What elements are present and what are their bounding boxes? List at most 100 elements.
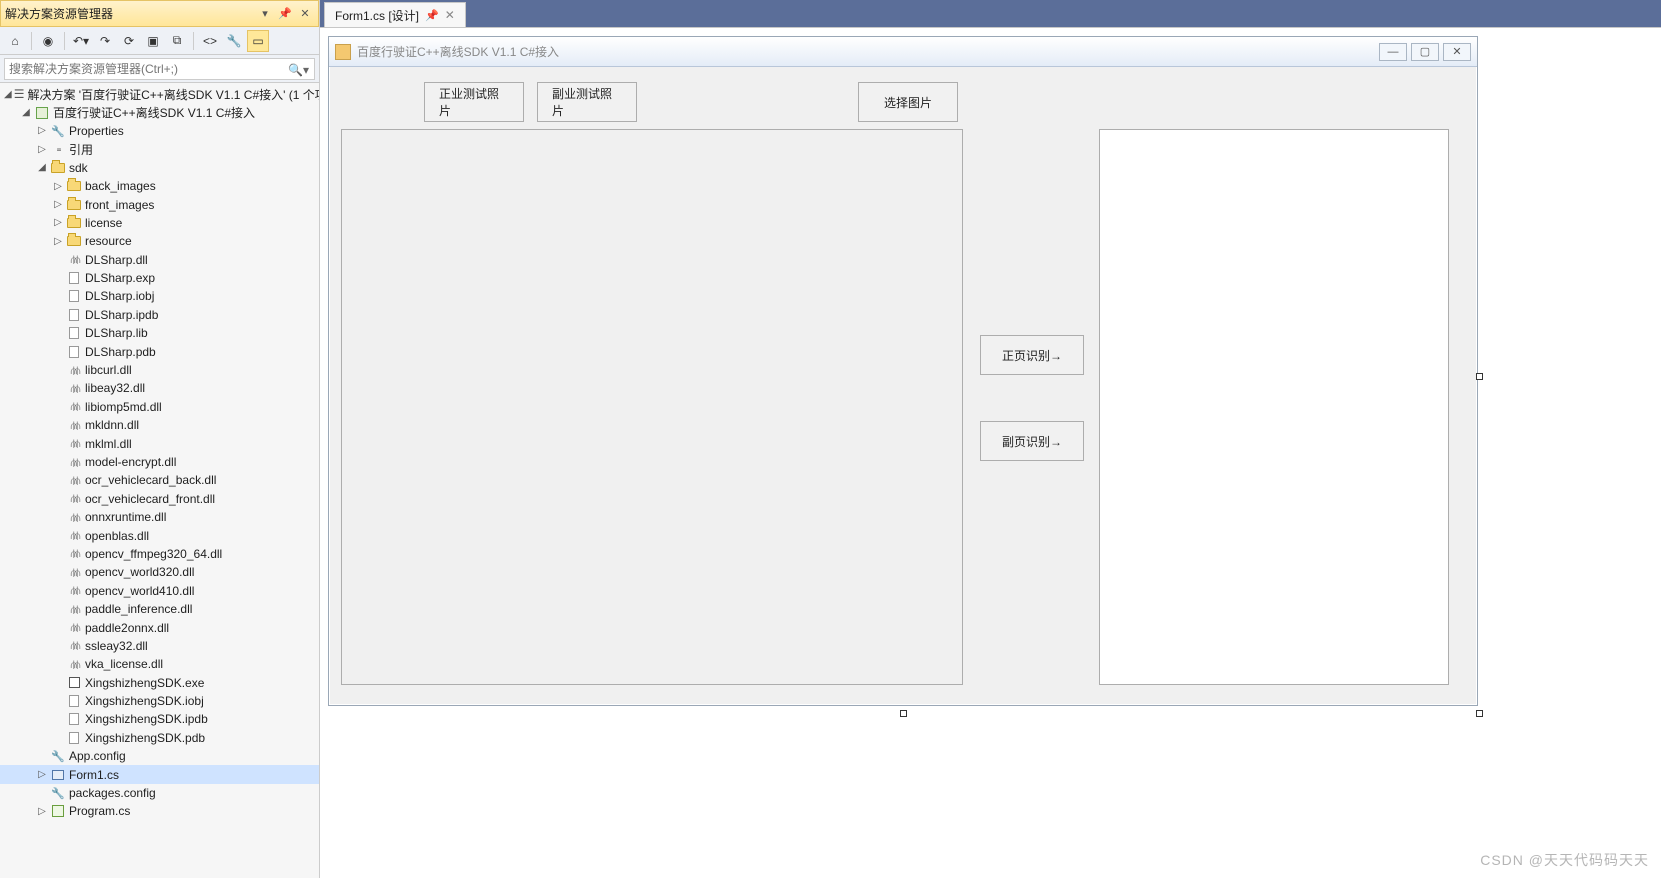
scope-icon[interactable]: ◉ (37, 30, 59, 52)
expand-arrow-icon[interactable]: ◢ (20, 107, 32, 118)
expand-arrow-icon[interactable]: ▷ (52, 217, 64, 228)
maximize-button[interactable]: ▢ (1411, 43, 1439, 61)
back-history-icon[interactable]: ↶▾ (70, 30, 92, 52)
tab-form1-design[interactable]: Form1.cs [设计] 📌 ✕ (324, 2, 466, 27)
solution-node[interactable]: ◢☰解决方案 '百度行驶证C++离线SDK V1.1 C#接入' (1 个项目 (0, 85, 319, 103)
file-node[interactable]: DLSharp.dll (0, 251, 319, 269)
node-icon (66, 215, 82, 231)
code-view-icon[interactable]: <> (199, 30, 221, 52)
file-node[interactable]: mkldnn.dll (0, 416, 319, 434)
node-icon (66, 656, 82, 672)
file-node[interactable]: libeay32.dll (0, 379, 319, 397)
appconfig-node[interactable]: App.config (0, 747, 319, 765)
expand-arrow-icon[interactable]: ▷ (52, 181, 64, 192)
result-textbox[interactable] (1099, 129, 1449, 685)
minimize-button[interactable]: — (1379, 43, 1407, 61)
back-test-button[interactable]: 副业测试照片 (537, 82, 637, 122)
file-node[interactable]: ssleay32.dll (0, 637, 319, 655)
references-node[interactable]: ▷引用 (0, 140, 319, 158)
properties-icon[interactable]: 🔧 (223, 30, 245, 52)
folder-node[interactable]: ▷front_images (0, 195, 319, 213)
node-icon (50, 767, 66, 783)
expand-arrow-icon[interactable]: ▷ (36, 125, 48, 136)
file-node[interactable]: opencv_world410.dll (0, 582, 319, 600)
choose-image-button[interactable]: 选择图片 (858, 82, 958, 122)
node-label: libiomp5md.dll (85, 400, 162, 414)
file-node[interactable]: opencv_ffmpeg320_64.dll (0, 545, 319, 563)
pin-icon[interactable]: 📌 (425, 9, 439, 22)
file-node[interactable]: opencv_world320.dll (0, 563, 319, 581)
file-node[interactable]: libcurl.dll (0, 361, 319, 379)
file-node[interactable]: XingshizhengSDK.ipdb (0, 710, 319, 728)
refresh-icon[interactable]: ⟳ (118, 30, 140, 52)
properties-node[interactable]: ▷Properties (0, 122, 319, 140)
expand-arrow-icon[interactable]: ▷ (52, 199, 64, 210)
recognize-back-button[interactable]: 副页识别→ (980, 421, 1084, 461)
file-node[interactable]: paddle2onnx.dll (0, 618, 319, 636)
node-label: mklml.dll (85, 437, 132, 451)
show-all-icon[interactable]: ⧉ (166, 30, 188, 52)
close-icon[interactable]: ✕ (445, 8, 455, 22)
resize-handle[interactable] (900, 710, 907, 717)
solution-explorer-panel: 解决方案资源管理器 ▾ 📌 ✕ ⌂ ◉ ↶▾ ↷ ⟳ ▣ ⧉ <> 🔧 ▭ 🔍▾… (0, 0, 320, 878)
file-node[interactable]: XingshizhengSDK.exe (0, 674, 319, 692)
recognize-front-button[interactable]: 正页识别→ (980, 335, 1084, 375)
dropdown-icon[interactable]: ▾ (256, 5, 274, 23)
designer-surface[interactable]: 百度行驶证C++离线SDK V1.1 C#接入 — ▢ ✕ 正业测试照片 副业测… (320, 27, 1661, 878)
folder-node[interactable]: ▷back_images (0, 177, 319, 195)
file-node[interactable]: ocr_vehiclecard_back.dll (0, 471, 319, 489)
file-node[interactable]: ocr_vehiclecard_front.dll (0, 490, 319, 508)
folder-node[interactable]: ▷resource (0, 232, 319, 250)
resize-handle[interactable] (1476, 373, 1483, 380)
file-node[interactable]: DLSharp.lib (0, 324, 319, 342)
expand-arrow-icon[interactable]: ▷ (36, 769, 48, 780)
folder-node[interactable]: ▷ license (0, 214, 319, 232)
file-node[interactable]: XingshizhengSDK.pdb (0, 729, 319, 747)
packagesconfig-node[interactable]: packages.config (0, 784, 319, 802)
close-button[interactable]: ✕ (1443, 43, 1471, 61)
search-input[interactable] (4, 58, 315, 80)
front-test-button[interactable]: 正业测试照片 (424, 82, 524, 122)
expand-arrow-icon[interactable]: ◢ (4, 89, 12, 100)
file-node[interactable]: DLSharp.pdb (0, 342, 319, 360)
node-label: paddle2onnx.dll (85, 621, 169, 635)
file-node[interactable]: XingshizhengSDK.iobj (0, 692, 319, 710)
solution-tree[interactable]: ◢☰解决方案 '百度行驶证C++离线SDK V1.1 C#接入' (1 个项目◢… (0, 83, 319, 878)
winform-preview[interactable]: 百度行驶证C++离线SDK V1.1 C#接入 — ▢ ✕ 正业测试照片 副业测… (328, 36, 1478, 706)
node-icon (50, 748, 66, 764)
pin-icon[interactable]: 📌 (276, 5, 294, 23)
file-node[interactable]: DLSharp.exp (0, 269, 319, 287)
file-node[interactable]: mklml.dll (0, 434, 319, 452)
file-node[interactable]: vka_license.dll (0, 655, 319, 673)
node-icon (66, 307, 82, 323)
project-node[interactable]: ◢ 百度行驶证C++离线SDK V1.1 C#接入 (0, 103, 319, 121)
file-node[interactable]: model-encrypt.dll (0, 453, 319, 471)
node-label: DLSharp.pdb (85, 345, 156, 359)
resize-handle[interactable] (1476, 710, 1483, 717)
file-node[interactable]: libiomp5md.dll (0, 398, 319, 416)
file-node[interactable]: openblas.dll (0, 526, 319, 544)
file-node[interactable]: DLSharp.iobj (0, 287, 319, 305)
close-icon[interactable]: ✕ (296, 5, 314, 23)
collapse-all-icon[interactable]: ▣ (142, 30, 164, 52)
program-node[interactable]: ▷Program.cs (0, 802, 319, 820)
file-node[interactable]: onnxruntime.dll (0, 508, 319, 526)
file-node[interactable]: DLSharp.ipdb (0, 306, 319, 324)
preview-icon[interactable]: ▭ (247, 30, 269, 52)
home-icon[interactable]: ⌂ (4, 30, 26, 52)
node-label: license (85, 216, 122, 230)
expand-arrow-icon[interactable]: ◢ (36, 162, 48, 173)
forward-icon[interactable]: ↷ (94, 30, 116, 52)
form1-node[interactable]: ▷Form1.cs (0, 765, 319, 783)
file-node[interactable]: paddle_inference.dll (0, 600, 319, 618)
node-label: 百度行驶证C++离线SDK V1.1 C#接入 (53, 104, 255, 121)
node-icon (50, 803, 66, 819)
node-icon (66, 380, 82, 396)
node-icon: ☰ (14, 86, 25, 102)
node-label: XingshizhengSDK.iobj (85, 694, 204, 708)
app-icon (335, 44, 351, 60)
sdk-folder-node[interactable]: ◢sdk (0, 159, 319, 177)
expand-arrow-icon[interactable]: ▷ (36, 806, 48, 817)
expand-arrow-icon[interactable]: ▷ (52, 236, 64, 247)
expand-arrow-icon[interactable]: ▷ (36, 144, 48, 155)
